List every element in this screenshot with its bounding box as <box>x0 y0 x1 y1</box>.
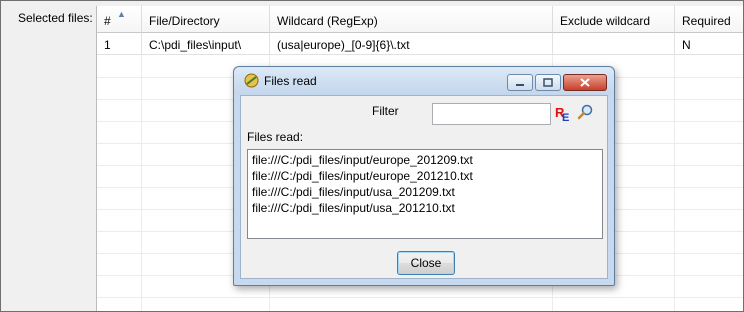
column-header-label: File/Directory <box>149 14 220 28</box>
dialog-title: Files read <box>264 74 317 88</box>
regex-icon[interactable]: R E <box>555 105 573 121</box>
dialog-body: Filter R E Files read: file:///C:/pdi_fi… <box>240 95 608 279</box>
grid-line <box>674 55 675 311</box>
column-header-exclude-wildcard[interactable]: Exclude wildcard <box>553 6 675 33</box>
filter-label: Filter <box>372 104 399 118</box>
column-header-number[interactable]: # ▲ <box>97 6 142 33</box>
table-cell-wildcard[interactable]: (usa|europe)_[0-9]{6}\.txt <box>270 33 553 55</box>
list-item[interactable]: file:///C:/pdi_files/input/europe_201209… <box>252 152 598 168</box>
column-header-wildcard[interactable]: Wildcard (RegExp) <box>270 6 553 33</box>
kettle-app-icon <box>244 73 259 88</box>
table-cell-exclude-wildcard[interactable] <box>553 33 675 55</box>
minimize-icon <box>516 84 524 86</box>
list-item[interactable]: file:///C:/pdi_files/input/usa_201210.tx… <box>252 200 598 216</box>
column-header-file-directory[interactable]: File/Directory <box>142 6 270 33</box>
dialog-titlebar[interactable]: Files read <box>234 67 614 95</box>
minimize-button[interactable] <box>507 74 533 91</box>
table-cell-required[interactable]: N <box>675 33 743 55</box>
filter-input[interactable] <box>432 103 551 125</box>
list-item[interactable]: file:///C:/pdi_files/input/europe_201210… <box>252 168 598 184</box>
grid-line <box>97 297 743 298</box>
maximize-button[interactable] <box>535 74 561 91</box>
close-window-button[interactable] <box>563 74 607 91</box>
search-icon[interactable] <box>577 104 593 120</box>
svg-text:E: E <box>562 112 569 121</box>
column-header-label: Wildcard (RegExp) <box>277 14 378 28</box>
column-header-label: Required <box>682 14 731 28</box>
table-cell-number[interactable]: 1 <box>97 33 142 55</box>
maximize-icon <box>543 78 553 87</box>
files-read-dialog: Files read Filter R E Files read: file:/… <box>233 66 615 286</box>
sort-ascending-icon: ▲ <box>117 9 126 19</box>
close-button[interactable]: Close <box>397 251 455 275</box>
column-header-label: Exclude wildcard <box>560 14 651 28</box>
table-cell-file-directory[interactable]: C:\pdi_files\input\ <box>142 33 270 55</box>
close-icon <box>580 78 590 87</box>
files-read-list[interactable]: file:///C:/pdi_files/input/europe_201209… <box>247 149 603 239</box>
selected-files-label: Selected files: <box>18 11 93 25</box>
list-item[interactable]: file:///C:/pdi_files/input/usa_201209.tx… <box>252 184 598 200</box>
grid-line <box>141 55 142 311</box>
column-header-required[interactable]: Required <box>675 6 743 33</box>
column-header-label: # <box>104 14 111 28</box>
files-read-label: Files read: <box>247 130 304 144</box>
